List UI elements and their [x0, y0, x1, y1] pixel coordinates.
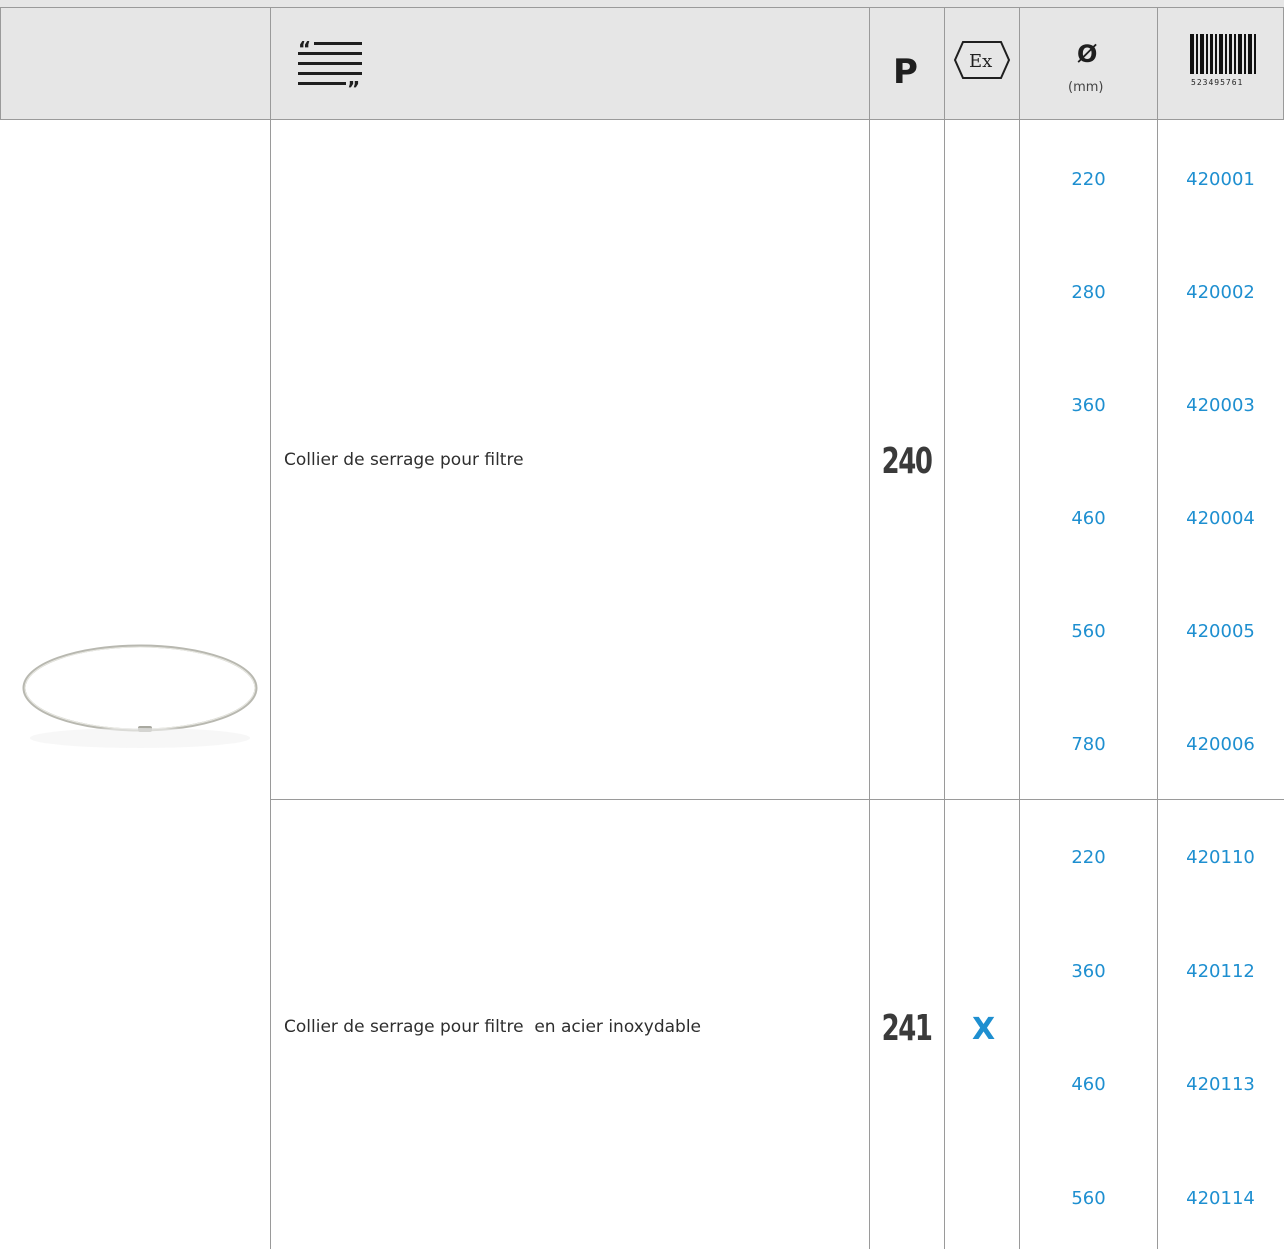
article-code[interactable]: 420110	[1158, 847, 1283, 868]
row-p-value: 240	[881, 441, 933, 482]
atex-ex-icon: Ex	[953, 41, 1011, 79]
barcode-icon	[1190, 34, 1256, 74]
article-code[interactable]: 420001	[1158, 169, 1283, 190]
row-description: Collier de serrage pour filtre en acier …	[284, 1017, 702, 1037]
svg-text:“: “	[298, 37, 311, 61]
size-diameter: 360	[1071, 961, 1106, 982]
size-diameter: 780	[1071, 734, 1106, 755]
size-diameter: 460	[1071, 1074, 1106, 1095]
article-code[interactable]: 420114	[1158, 1188, 1283, 1209]
size-diameter: 560	[1071, 621, 1106, 642]
clamp-ring-image	[22, 644, 258, 748]
divider	[869, 7, 870, 1249]
diameter-unit: (mm)	[1068, 80, 1104, 95]
barcode-digits: 523495761	[1191, 78, 1244, 87]
ex-text: Ex	[969, 51, 992, 72]
article-code[interactable]: 420113	[1158, 1074, 1283, 1095]
row-description: Collier de serrage pour filtre	[284, 450, 524, 470]
size-diameter: 360	[1071, 395, 1106, 416]
size-diameter: 220	[1071, 169, 1106, 190]
size-diameter: 220	[1071, 847, 1106, 868]
divider	[0, 119, 1284, 120]
product-table: “ ” P Ex Ø (mm) 523495761 Collier de ser…	[0, 0, 1284, 1249]
size-diameter: 560	[1071, 1188, 1106, 1209]
article-code[interactable]: 420006	[1158, 734, 1283, 755]
size-diameter: 460	[1071, 508, 1106, 529]
divider	[0, 7, 1284, 8]
article-code[interactable]: 420003	[1158, 395, 1283, 416]
divider	[944, 7, 945, 1249]
divider	[0, 7, 1, 119]
row-p-value: 241	[881, 1008, 933, 1049]
divider	[270, 799, 1284, 800]
svg-text:”: ”	[347, 77, 360, 92]
p-column-header: P	[893, 52, 918, 92]
diameter-symbol: Ø	[1077, 40, 1098, 68]
quote-text-icon: “ ”	[298, 37, 362, 92]
article-code[interactable]: 420004	[1158, 508, 1283, 529]
ex-marker: X	[972, 1012, 996, 1047]
article-code[interactable]: 420112	[1158, 961, 1283, 982]
article-code[interactable]: 420005	[1158, 621, 1283, 642]
size-diameter: 280	[1071, 282, 1106, 303]
article-code[interactable]: 420002	[1158, 282, 1283, 303]
divider	[270, 7, 271, 1249]
